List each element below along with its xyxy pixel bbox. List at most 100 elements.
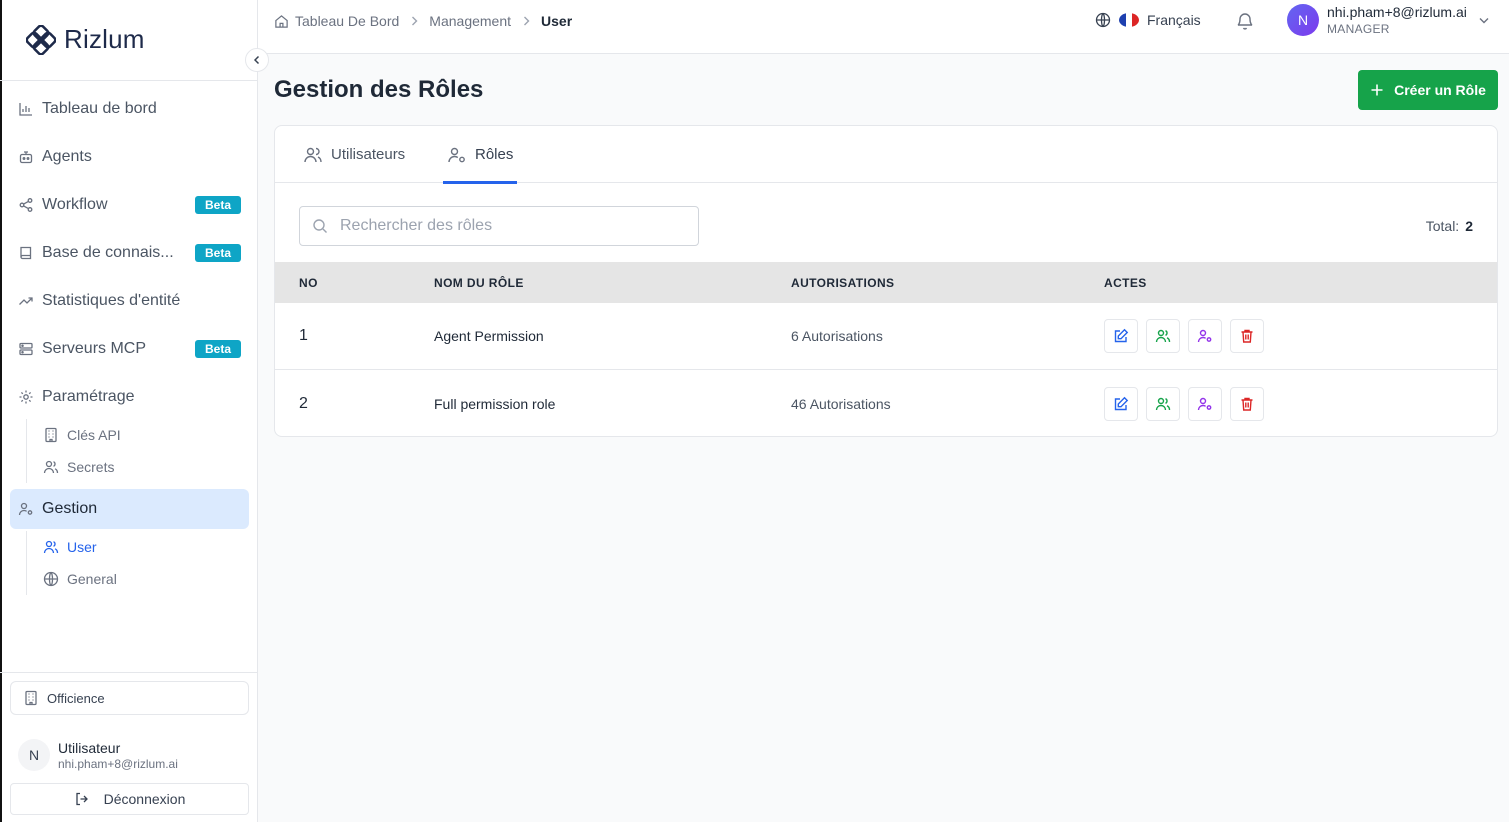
- collapse-sidebar-button[interactable]: [245, 48, 269, 72]
- role-members-button[interactable]: [1146, 386, 1180, 421]
- table-row[interactable]: 2 Full permission role 46 Autorisations: [275, 370, 1497, 436]
- sidebar: Rizlum Tableau de bord Agents Workflow B…: [0, 0, 258, 822]
- table-row[interactable]: 1 Agent Permission 6 Autorisations: [275, 303, 1497, 370]
- sidebar-item-dashboard[interactable]: Tableau de bord: [10, 89, 249, 129]
- rizlum-logo-icon: [26, 24, 56, 55]
- cell-no: 1: [299, 327, 308, 344]
- chevron-left-icon: [253, 55, 260, 65]
- management-submenu: User General: [26, 531, 249, 595]
- users-icon: [1155, 329, 1171, 343]
- profile-email: nhi.pham+8@rizlum.ai: [1327, 4, 1467, 20]
- sidebar-item-agents[interactable]: Agents: [10, 137, 249, 177]
- column-header-no[interactable]: NO: [299, 262, 318, 303]
- user-cog-icon: [1197, 397, 1212, 410]
- edit-role-button[interactable]: [1104, 386, 1138, 421]
- sidebar-subitem-secrets[interactable]: Secrets: [43, 451, 249, 483]
- cell-actions: [1104, 370, 1264, 436]
- beta-badge: Beta: [194, 340, 241, 358]
- sidebar-subitem-general[interactable]: General: [43, 563, 249, 595]
- user-name: Utilisateur: [58, 739, 121, 756]
- create-role-button[interactable]: Créer un Rôle: [1358, 70, 1498, 110]
- globe-icon: [1095, 12, 1111, 28]
- sidebar-item-workflow[interactable]: Workflow Beta: [10, 185, 249, 225]
- language-selector[interactable]: Français: [1095, 12, 1201, 28]
- trash-icon: [1241, 329, 1253, 343]
- users-icon: [43, 540, 59, 554]
- delete-role-button[interactable]: [1230, 319, 1264, 353]
- sidebar-item-label: Tableau de bord: [42, 100, 157, 117]
- profile-menu[interactable]: N nhi.pham+8@rizlum.ai MANAGER: [1287, 4, 1491, 36]
- cell-role-name: Full permission role: [434, 395, 556, 412]
- users-icon: [43, 460, 59, 474]
- search-box: [299, 206, 699, 246]
- logout-button[interactable]: Déconnexion: [10, 783, 249, 815]
- sidebar-subitem-api-keys[interactable]: Clés API: [43, 419, 249, 451]
- profile-role: MANAGER: [1327, 22, 1390, 36]
- roles-card: Utilisateurs Rôles Total: 2 NO NOM DU RÔL…: [274, 125, 1498, 437]
- sidebar-item-knowledge-base[interactable]: Base de connais... Beta: [10, 233, 249, 273]
- building-icon: [45, 427, 57, 443]
- settings-submenu: Clés API Secrets: [26, 419, 249, 483]
- beta-badge: Beta: [194, 244, 241, 262]
- users-icon: [1155, 397, 1171, 410]
- role-members-button[interactable]: [1146, 319, 1180, 353]
- sidebar-divider: [0, 80, 258, 81]
- sidebar-item-entity-stats[interactable]: Statistiques d'entité: [10, 281, 249, 321]
- sidebar-user: N Utilisateur nhi.pham+8@rizlum.ai: [18, 739, 178, 771]
- column-header-permissions[interactable]: AUTORISATIONS: [791, 262, 894, 303]
- logo[interactable]: Rizlum: [26, 24, 145, 55]
- tab-roles[interactable]: Rôles: [443, 126, 518, 184]
- cell-permissions: 46 Autorisations: [791, 395, 891, 412]
- breadcrumb: Tableau De Bord Management User: [274, 13, 572, 29]
- chevron-right-icon: [524, 16, 530, 26]
- breadcrumb-current: User: [541, 13, 573, 29]
- trending-up-icon: [19, 297, 33, 305]
- sidebar-item-settings[interactable]: Paramétrage: [10, 377, 249, 417]
- user-cog-icon: [18, 502, 33, 516]
- column-header-role-name[interactable]: NOM DU RÔLE: [434, 262, 524, 303]
- breadcrumb-dashboard[interactable]: Tableau De Bord: [295, 13, 399, 29]
- sidebar-subitem-label: General: [67, 571, 117, 587]
- organization-name: Officience: [47, 690, 105, 706]
- breadcrumb-management[interactable]: Management: [429, 13, 511, 29]
- organization-selector[interactable]: Officience: [10, 681, 249, 715]
- sidebar-item-label: Statistiques d'entité: [42, 292, 181, 309]
- user-email: nhi.pham+8@rizlum.ai: [58, 756, 178, 771]
- tab-users[interactable]: Utilisateurs: [303, 126, 405, 183]
- book-icon: [20, 246, 32, 260]
- sidebar-item-label: Paramétrage: [42, 388, 135, 405]
- trash-icon: [1241, 397, 1253, 411]
- assign-role-button[interactable]: [1188, 319, 1222, 353]
- sidebar-subitem-user[interactable]: User: [43, 531, 249, 563]
- bar-chart-icon: [19, 103, 32, 116]
- edit-role-button[interactable]: [1104, 319, 1138, 353]
- sidebar-item-mcp-servers[interactable]: Serveurs MCP Beta: [10, 329, 249, 369]
- french-flag-icon: [1119, 13, 1139, 27]
- column-header-actions: ACTES: [1104, 275, 1147, 290]
- plus-icon: [1371, 84, 1383, 96]
- share-icon: [19, 198, 33, 212]
- cell-actions: [1104, 303, 1264, 369]
- total-value: 2: [1465, 218, 1473, 234]
- logout-icon: [75, 792, 88, 806]
- chevron-down-icon: [1479, 18, 1489, 24]
- sidebar-subitem-label: User: [67, 539, 97, 555]
- sidebar-item-management[interactable]: Gestion: [10, 489, 249, 529]
- user-cog-icon: [1197, 329, 1212, 343]
- edit-icon: [1114, 328, 1129, 343]
- sidebar-bottom-divider: [0, 672, 258, 673]
- language-label: Français: [1147, 12, 1201, 28]
- user-cog-icon: [448, 147, 465, 162]
- logo-text: Rizlum: [64, 24, 145, 54]
- assign-role-button[interactable]: [1188, 386, 1222, 421]
- notifications-button[interactable]: [1235, 11, 1255, 31]
- sidebar-item-label: Agents: [42, 148, 92, 165]
- cell-role-name: Agent Permission: [434, 328, 544, 344]
- server-icon: [19, 342, 33, 356]
- search-input[interactable]: [340, 217, 680, 235]
- sidebar-item-label: Workflow: [42, 196, 108, 213]
- logout-label: Déconnexion: [103, 791, 186, 807]
- cell-no: 2: [299, 394, 308, 412]
- delete-role-button[interactable]: [1230, 386, 1264, 421]
- users-icon: [304, 147, 322, 162]
